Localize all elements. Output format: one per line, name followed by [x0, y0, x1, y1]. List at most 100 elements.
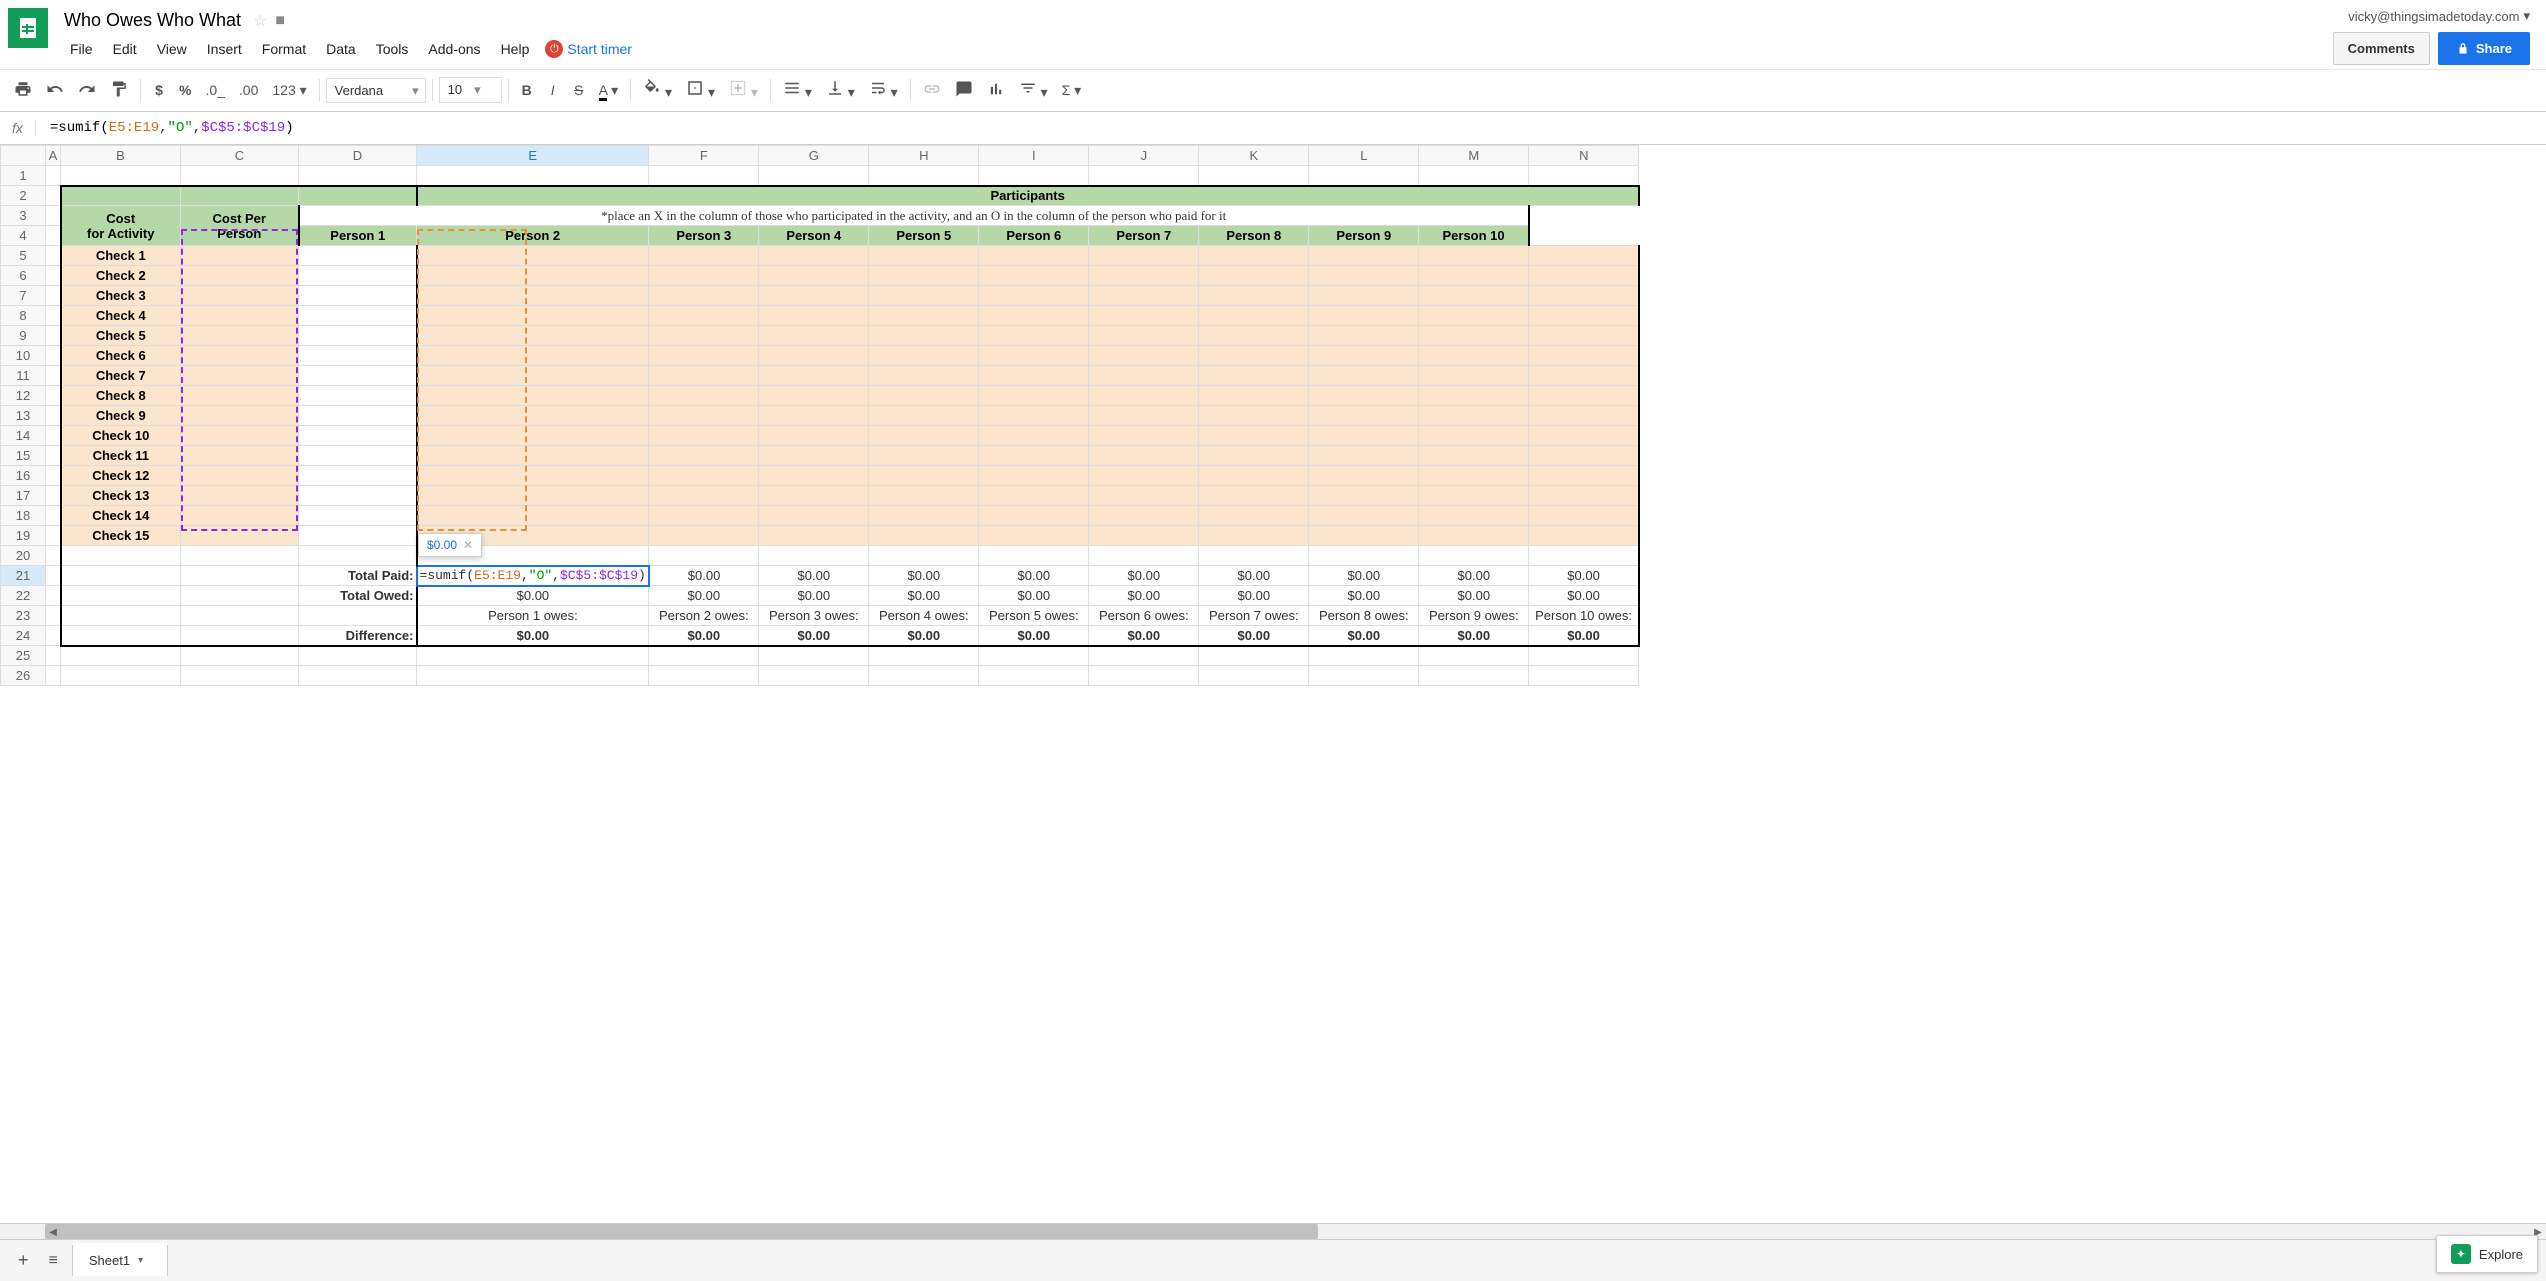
check-label[interactable]: Check 2 — [61, 266, 181, 286]
cell[interactable] — [1419, 306, 1529, 326]
format-number-button[interactable]: 123 ▾ — [266, 76, 312, 105]
spreadsheet-grid[interactable]: A B C D E F G H I J K L M N 12Participan… — [0, 145, 1640, 686]
formula-input[interactable]: =sumif(E5:E19,"O",$C$5:$C$19) — [46, 114, 2538, 142]
cell[interactable] — [1199, 366, 1309, 386]
cell[interactable] — [1199, 526, 1309, 546]
total-paid-value[interactable]: $0.00 — [649, 566, 759, 586]
cell[interactable] — [869, 286, 979, 306]
row-header-14[interactable]: 14 — [1, 426, 46, 446]
total-paid-label[interactable]: Total Paid: — [299, 566, 417, 586]
bold-button[interactable]: B — [515, 76, 539, 104]
cell[interactable] — [299, 426, 417, 446]
cell[interactable] — [1199, 506, 1309, 526]
owes-label[interactable]: Person 6 owes: — [1089, 606, 1199, 626]
owes-label[interactable]: Person 7 owes: — [1199, 606, 1309, 626]
col-header-C[interactable]: C — [181, 146, 299, 166]
cell[interactable] — [979, 526, 1089, 546]
cell[interactable] — [759, 326, 869, 346]
cell[interactable] — [1089, 386, 1199, 406]
star-icon[interactable]: ☆ — [253, 11, 267, 31]
cell[interactable] — [299, 446, 417, 466]
person-header[interactable]: Person 1 — [299, 226, 417, 246]
cell[interactable] — [1419, 546, 1529, 566]
cell[interactable] — [1529, 306, 1639, 326]
check-label[interactable]: Check 15 — [61, 526, 181, 546]
row-header-13[interactable]: 13 — [1, 406, 46, 426]
row-header-17[interactable]: 17 — [1, 486, 46, 506]
check-label[interactable]: Check 10 — [61, 426, 181, 446]
cell[interactable] — [979, 486, 1089, 506]
decrease-decimal-button[interactable]: .0_ — [199, 76, 230, 104]
cell[interactable] — [759, 366, 869, 386]
grid-container[interactable]: A B C D E F G H I J K L M N 12Participan… — [0, 145, 2546, 1223]
strikethrough-button[interactable]: S — [567, 76, 591, 104]
explore-button[interactable]: ✦ Explore — [2436, 1235, 2538, 1273]
cell[interactable] — [869, 386, 979, 406]
row-header-6[interactable]: 6 — [1, 266, 46, 286]
cell[interactable] — [299, 606, 417, 626]
cell[interactable] — [1309, 406, 1419, 426]
cell[interactable] — [1199, 426, 1309, 446]
cell[interactable] — [417, 466, 649, 486]
cell[interactable] — [869, 426, 979, 446]
cell[interactable] — [979, 546, 1089, 566]
cell[interactable] — [1089, 326, 1199, 346]
cell[interactable] — [1419, 246, 1529, 266]
cell[interactable] — [1089, 306, 1199, 326]
cell[interactable] — [1309, 446, 1419, 466]
check-label[interactable]: Check 3 — [61, 286, 181, 306]
cell[interactable] — [869, 266, 979, 286]
owes-label[interactable]: Person 2 owes: — [649, 606, 759, 626]
cell[interactable] — [1309, 266, 1419, 286]
increase-decimal-button[interactable]: .00 — [233, 76, 264, 104]
cell[interactable] — [1309, 486, 1419, 506]
cell[interactable] — [1089, 266, 1199, 286]
row-header-9[interactable]: 9 — [1, 326, 46, 346]
document-title[interactable]: Who Owes Who What — [60, 8, 245, 33]
cost-person-header[interactable]: Cost PerPerson — [181, 206, 299, 246]
cell[interactable] — [759, 426, 869, 446]
cell[interactable] — [1199, 446, 1309, 466]
cell[interactable] — [1529, 506, 1639, 526]
cell[interactable] — [1199, 306, 1309, 326]
cell[interactable] — [759, 246, 869, 266]
cell[interactable] — [1199, 406, 1309, 426]
filter-button[interactable]: ▾ — [1013, 73, 1054, 107]
timer-icon[interactable]: ⏻ — [545, 40, 563, 58]
cell[interactable] — [181, 246, 299, 266]
person-header[interactable]: Person 9 — [1309, 226, 1419, 246]
cell[interactable] — [61, 566, 181, 586]
menu-data[interactable]: Data — [316, 37, 366, 61]
col-header-B[interactable]: B — [61, 146, 181, 166]
cell[interactable] — [181, 426, 299, 446]
cell[interactable] — [1199, 326, 1309, 346]
difference-value[interactable]: $0.00 — [759, 626, 869, 646]
person-header[interactable]: Person 7 — [1089, 226, 1199, 246]
cell[interactable] — [649, 486, 759, 506]
user-email[interactable]: vicky@thingsimadetoday.com ▾ — [2348, 8, 2530, 24]
person-header[interactable]: Person 3 — [649, 226, 759, 246]
sheets-logo[interactable] — [8, 8, 48, 48]
cell[interactable] — [1089, 506, 1199, 526]
owes-label[interactable]: Person 9 owes: — [1419, 606, 1529, 626]
cell[interactable] — [759, 386, 869, 406]
cell[interactable] — [649, 246, 759, 266]
col-header-A[interactable]: A — [46, 146, 61, 166]
cell[interactable] — [1419, 506, 1529, 526]
cell[interactable] — [979, 426, 1089, 446]
cell[interactable] — [299, 386, 417, 406]
total-owed-value[interactable]: $0.00 — [1419, 586, 1529, 606]
total-paid-value[interactable]: $0.00 — [1419, 566, 1529, 586]
cell[interactable] — [299, 266, 417, 286]
cell[interactable] — [181, 386, 299, 406]
difference-value[interactable]: $0.00 — [1199, 626, 1309, 646]
folder-icon[interactable]: ■ — [275, 12, 285, 30]
cost-activity-header[interactable]: Costfor Activity — [61, 206, 181, 246]
cell[interactable] — [1309, 246, 1419, 266]
tooltip-close-icon[interactable]: ✕ — [463, 538, 473, 552]
cell[interactable] — [1309, 466, 1419, 486]
cell[interactable] — [181, 306, 299, 326]
cell[interactable] — [417, 486, 649, 506]
cell[interactable] — [1529, 426, 1639, 446]
row-header-15[interactable]: 15 — [1, 446, 46, 466]
